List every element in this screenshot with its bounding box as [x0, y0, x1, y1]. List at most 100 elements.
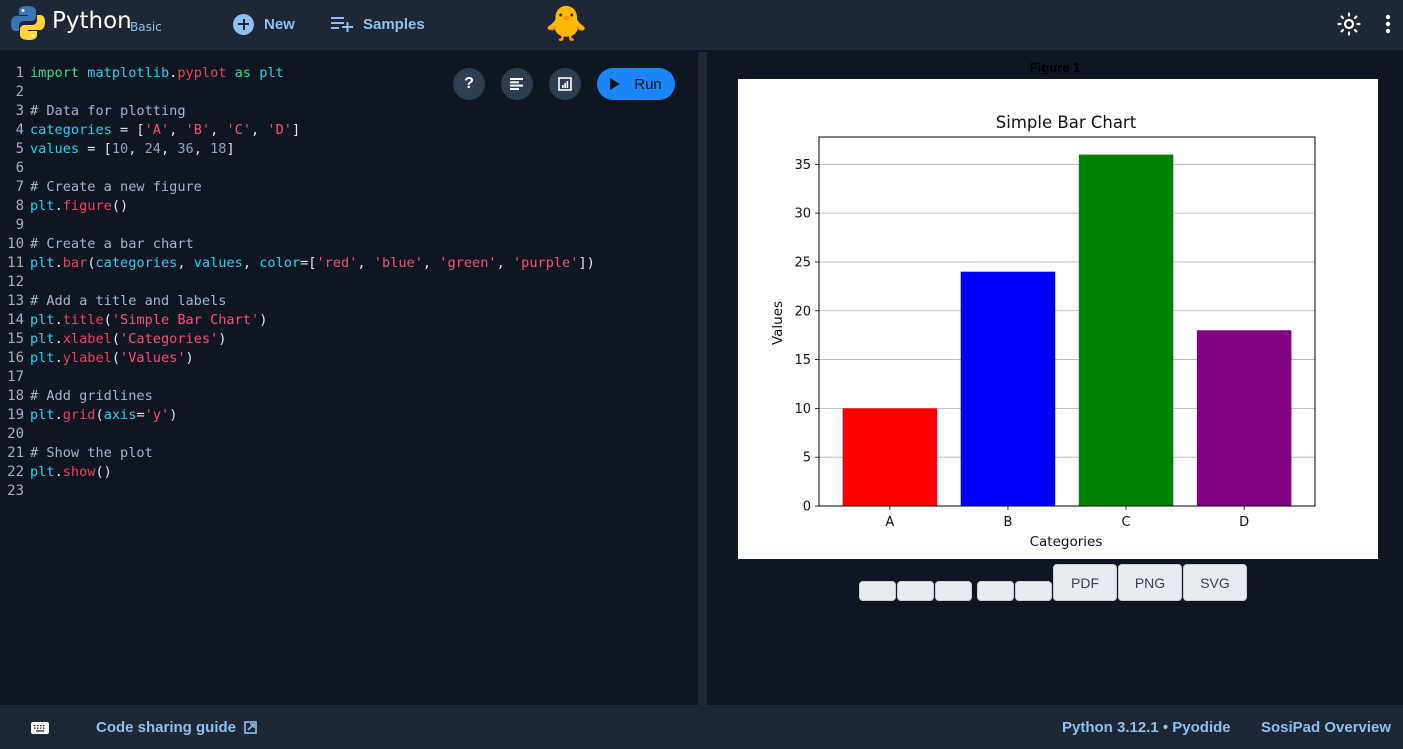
- code-line[interactable]: 13 # Add a title and labels: [0, 292, 595, 311]
- code-line[interactable]: 23: [0, 482, 595, 501]
- y-tick-label: 5: [803, 451, 811, 466]
- code-line[interactable]: 20: [0, 425, 595, 444]
- code-token: 'red': [316, 255, 358, 271]
- code-token: # Show the plot: [30, 445, 153, 461]
- export-svg-button[interactable]: SVG: [1183, 564, 1247, 601]
- line-number: 18: [7, 388, 24, 404]
- code-line[interactable]: 19 plt. grid(axis ='y'): [0, 406, 595, 425]
- code-line[interactable]: 8 plt. figure(): [0, 197, 595, 216]
- code-token: color: [259, 255, 301, 271]
- code-token: ]): [578, 255, 595, 271]
- keyboard-icon[interactable]: [31, 722, 49, 734]
- code-line[interactable]: 5 values = [10, 24, 36, 18]: [0, 140, 595, 159]
- line-number: 22: [7, 464, 24, 480]
- line-number: 3: [15, 103, 24, 119]
- code-token: 'C': [226, 122, 252, 138]
- code-token: grid: [62, 407, 96, 423]
- run-button[interactable]: Run: [597, 68, 675, 100]
- line-number: 5: [15, 141, 24, 157]
- home-button[interactable]: [859, 581, 896, 601]
- line-number: 20: [7, 426, 24, 442]
- line-number: 16: [7, 350, 24, 366]
- code-token: matplotlib: [87, 65, 170, 81]
- code-sharing-guide-link[interactable]: Code sharing guide: [96, 719, 257, 736]
- figure-canvas: Simple Bar Chart Categories Values 0 5 10 1…: [738, 79, 1378, 559]
- question-mark-icon: ?: [464, 75, 474, 92]
- code-lines[interactable]: 1 import matplotlib. pyplot as plt 2 3 # Data…: [0, 64, 595, 501]
- code-token: (): [111, 198, 129, 214]
- code-token: plt: [30, 407, 55, 423]
- sun-icon[interactable]: [1337, 12, 1361, 36]
- samples-button[interactable]: Samples: [331, 12, 425, 36]
- code-line[interactable]: 17: [0, 368, 595, 387]
- back-button[interactable]: [897, 581, 934, 601]
- code-line[interactable]: 3 # Data for plotting: [0, 102, 595, 121]
- code-line[interactable]: 15 plt. xlabel('Categories'): [0, 330, 595, 349]
- code-line[interactable]: 21 # Show the plot: [0, 444, 595, 463]
- code-token: =[: [300, 255, 317, 271]
- code-token: (: [111, 331, 121, 347]
- figure-toolbar: PDF PNG SVG: [859, 564, 1248, 601]
- code-token: ]: [291, 122, 301, 138]
- more-vertical-icon[interactable]: [1380, 12, 1396, 36]
- code-token: show: [62, 464, 96, 480]
- code-line[interactable]: 4 categories = ['A', 'B', 'C', 'D']: [0, 121, 595, 140]
- code-token: .: [54, 331, 63, 347]
- code-line[interactable]: 6: [0, 159, 595, 178]
- code-token: categories: [95, 255, 178, 271]
- code-token: # Add a title and labels: [30, 293, 227, 309]
- zoom-button[interactable]: [1015, 581, 1052, 601]
- help-button[interactable]: ?: [453, 68, 485, 100]
- format-code-button[interactable]: [501, 68, 533, 100]
- code-editor[interactable]: 1 import matplotlib. pyplot as plt 2 3 # Data…: [0, 52, 698, 705]
- code-line[interactable]: 18 # Add gridlines: [0, 387, 595, 406]
- code-token: 'A': [144, 122, 170, 138]
- code-token: 'Values': [120, 350, 186, 366]
- code-line[interactable]: 11 plt. bar(categories, values, color =['re…: [0, 254, 595, 273]
- forward-button[interactable]: [935, 581, 972, 601]
- export-png-button[interactable]: PNG: [1118, 564, 1182, 601]
- line-number: 19: [7, 407, 24, 423]
- code-line[interactable]: 9: [0, 216, 595, 235]
- code-token: # Add gridlines: [30, 388, 153, 404]
- code-token: values: [30, 141, 80, 157]
- y-tick-label: 25: [794, 255, 811, 270]
- code-token: ): [218, 331, 227, 347]
- x-tick-label: B: [1003, 515, 1012, 530]
- export-pdf-button[interactable]: PDF: [1053, 564, 1117, 601]
- code-sharing-guide-label: Code sharing guide: [96, 719, 237, 736]
- bar-a: [842, 408, 938, 506]
- code-token: as: [234, 65, 251, 81]
- code-token: = [: [79, 141, 112, 157]
- code-token: (: [111, 350, 121, 366]
- new-button[interactable]: New: [233, 12, 295, 36]
- code-line[interactable]: 14 plt. title('Simple Bar Chart'): [0, 311, 595, 330]
- code-token: plt: [30, 350, 55, 366]
- code-token: ,: [242, 255, 260, 271]
- code-token: import: [30, 65, 80, 81]
- code-token: plt: [30, 331, 55, 347]
- playlist-add-icon: [331, 17, 353, 32]
- pane-splitter[interactable]: [698, 52, 707, 705]
- code-token: ): [169, 407, 178, 423]
- code-line[interactable]: 10 # Create a bar chart: [0, 235, 595, 254]
- code-line[interactable]: 12: [0, 273, 595, 292]
- code-line[interactable]: 7 # Create a new figure: [0, 178, 595, 197]
- code-token: pyplot: [177, 65, 227, 81]
- bar-d: [1196, 330, 1292, 506]
- output-panel: Figure 1 Simple Bar Chart Categories Val…: [707, 52, 1403, 705]
- line-number: 2: [15, 84, 24, 100]
- run-label: Run: [634, 75, 662, 93]
- python-version-link[interactable]: Python 3.12.1 • Pyodide: [1062, 719, 1231, 736]
- pan-button[interactable]: [977, 581, 1014, 601]
- plot-view-button[interactable]: [549, 68, 581, 100]
- sosipad-overview-link[interactable]: SosiPad Overview: [1261, 719, 1391, 736]
- bar-c: [1078, 154, 1174, 507]
- y-axis-label: Values: [770, 301, 786, 345]
- code-token: .: [54, 198, 63, 214]
- code-token: ,: [160, 141, 178, 157]
- code-line[interactable]: 22 plt. show(): [0, 463, 595, 482]
- figure-title: Figure 1: [1029, 60, 1081, 75]
- code-line[interactable]: 16 plt. ylabel('Values'): [0, 349, 595, 368]
